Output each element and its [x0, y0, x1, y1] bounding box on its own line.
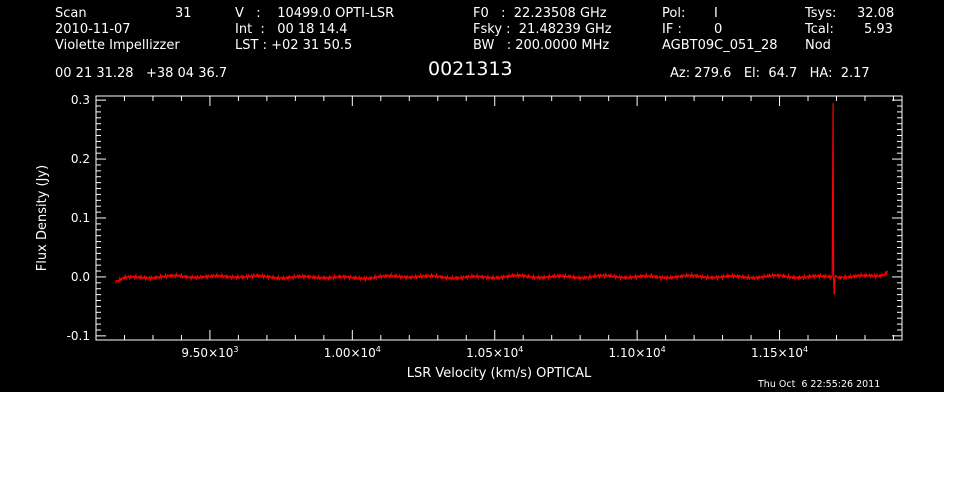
x-tick-label: 1.10×104: [609, 345, 666, 360]
plot-frame: [95, 95, 903, 341]
spectrum-chart: -0.1 0.0 0.1 0.2 0.3 9.50×103 1.00×104 1.05×104…: [35, 93, 903, 381]
x-tick-label: 9.50×103: [181, 345, 238, 360]
plot-timestamp: Thu Oct 6 22:55:26 2011: [758, 379, 881, 390]
y-tick-label: 0.3: [71, 93, 90, 107]
x-tick-exponent: 3: [233, 345, 238, 354]
y-axis-label: Flux Density (Jy): [35, 165, 50, 271]
x-tick-exponent: 4: [803, 345, 808, 354]
spectrum-panel: Scan 31 2010-11-07 Violette Impellizzer …: [0, 0, 944, 392]
y-tick-label: 0.2: [71, 152, 90, 166]
x-tick-label: 1.15×104: [751, 345, 808, 360]
x-axis-label: LSR Velocity (km/s) OPTICAL: [407, 366, 592, 381]
y-tick-label: 0.0: [71, 270, 90, 284]
flux-spectrum-line: [114, 103, 889, 295]
y-tick-label: 0.1: [71, 211, 90, 225]
x-tick-label: 1.00×104: [324, 345, 381, 360]
x-tick-exponent: 4: [376, 345, 381, 354]
x-tick-label: 1.05×104: [466, 345, 523, 360]
x-tick-exponent: 4: [518, 345, 523, 354]
y-tick-label: -0.1: [67, 329, 90, 343]
x-tick-exponent: 4: [661, 345, 666, 354]
